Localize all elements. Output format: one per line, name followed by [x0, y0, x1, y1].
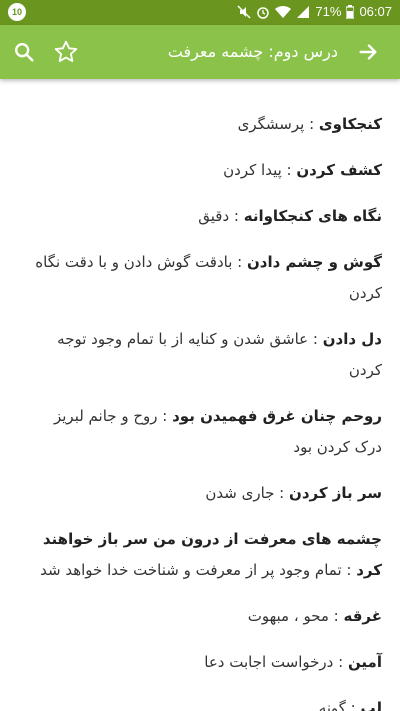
vocab-definition: : پیدا کردن	[223, 161, 297, 179]
mute-icon	[237, 4, 251, 19]
battery-percent: 71%	[315, 4, 342, 19]
vocab-definition: : گونه	[318, 699, 361, 711]
app-bar: درس دوم: چشمه معرفت	[0, 25, 400, 79]
vocab-entry: غرقه : محو ، مبهوت	[30, 601, 382, 632]
vocab-entry: آمین : درخواست اجابت دعا	[30, 647, 382, 678]
vocab-term: آمین	[347, 653, 382, 671]
notification-icon: 10	[8, 3, 26, 21]
vocab-term: کنجکاوی	[318, 115, 382, 133]
status-icons: 71% 06:07	[237, 4, 392, 19]
vocab-definition: : محو ، مبهوت	[247, 607, 344, 625]
vocab-term: نگاه های کنجکاوانه	[243, 207, 382, 225]
status-bar: 10 71% 06:07	[0, 0, 400, 25]
vocab-term: دل دادن	[322, 330, 382, 348]
page-title: درس دوم: چشمه معرفت	[167, 42, 338, 61]
vocab-entry: کشف کردن : پیدا کردن	[30, 155, 382, 186]
vocab-term: غرقه	[343, 607, 383, 625]
vocab-term: کشف کردن	[296, 161, 382, 179]
clock: 06:07	[359, 4, 392, 19]
arrow-forward-icon	[359, 44, 377, 60]
vocab-entry: لپ : گونه	[30, 693, 382, 711]
search-icon	[15, 43, 34, 62]
vocab-entry: روحم چنان غرق فهمیدن بود : روح و جانم لب…	[30, 401, 382, 463]
vocab-term: سر باز کردن	[289, 484, 382, 502]
alarm-icon	[257, 6, 270, 19]
vocab-definition: : تمام وجود پر از معرفت و شناخت خدا خواه…	[40, 561, 357, 579]
vocab-definition: : درخواست اجابت دعا	[204, 653, 348, 671]
signal-icon	[297, 5, 310, 18]
vocab-entry: دل دادن : عاشق شدن و کنایه از با تمام وج…	[30, 324, 382, 386]
battery-icon	[346, 4, 355, 19]
vocab-definition: : جاری شدن	[205, 484, 290, 502]
vocab-entry: کنجکاوی : پرسشگری	[30, 109, 382, 140]
vocab-entry: گوش و چشم دادن : بادقت گوش دادن و با دقت…	[30, 247, 382, 309]
vocab-definition: : دقیق	[198, 207, 244, 225]
favorite-button[interactable]	[48, 34, 84, 70]
vocab-term: روحم چنان غرق فهمیدن بود	[172, 407, 382, 425]
vocab-term: لپ	[360, 699, 382, 711]
status-left: 10	[8, 3, 26, 21]
vocab-entry: نگاه های کنجکاوانه : دقیق	[30, 201, 382, 232]
vocab-entry: سر باز کردن : جاری شدن	[30, 478, 382, 509]
lesson-content: کنجکاوی : پرسشگری کشف کردن : پیدا کردن ن…	[0, 79, 400, 711]
vocab-definition: : پرسشگری	[237, 115, 319, 133]
search-button[interactable]	[6, 34, 42, 70]
star-outline-icon	[54, 40, 78, 63]
back-button[interactable]	[350, 34, 386, 70]
wifi-icon	[275, 5, 292, 18]
vocab-term: گوش و چشم دادن	[247, 253, 382, 271]
vocab-entry: چشمه های معرفت از درون من سر باز خواهند …	[30, 524, 382, 586]
